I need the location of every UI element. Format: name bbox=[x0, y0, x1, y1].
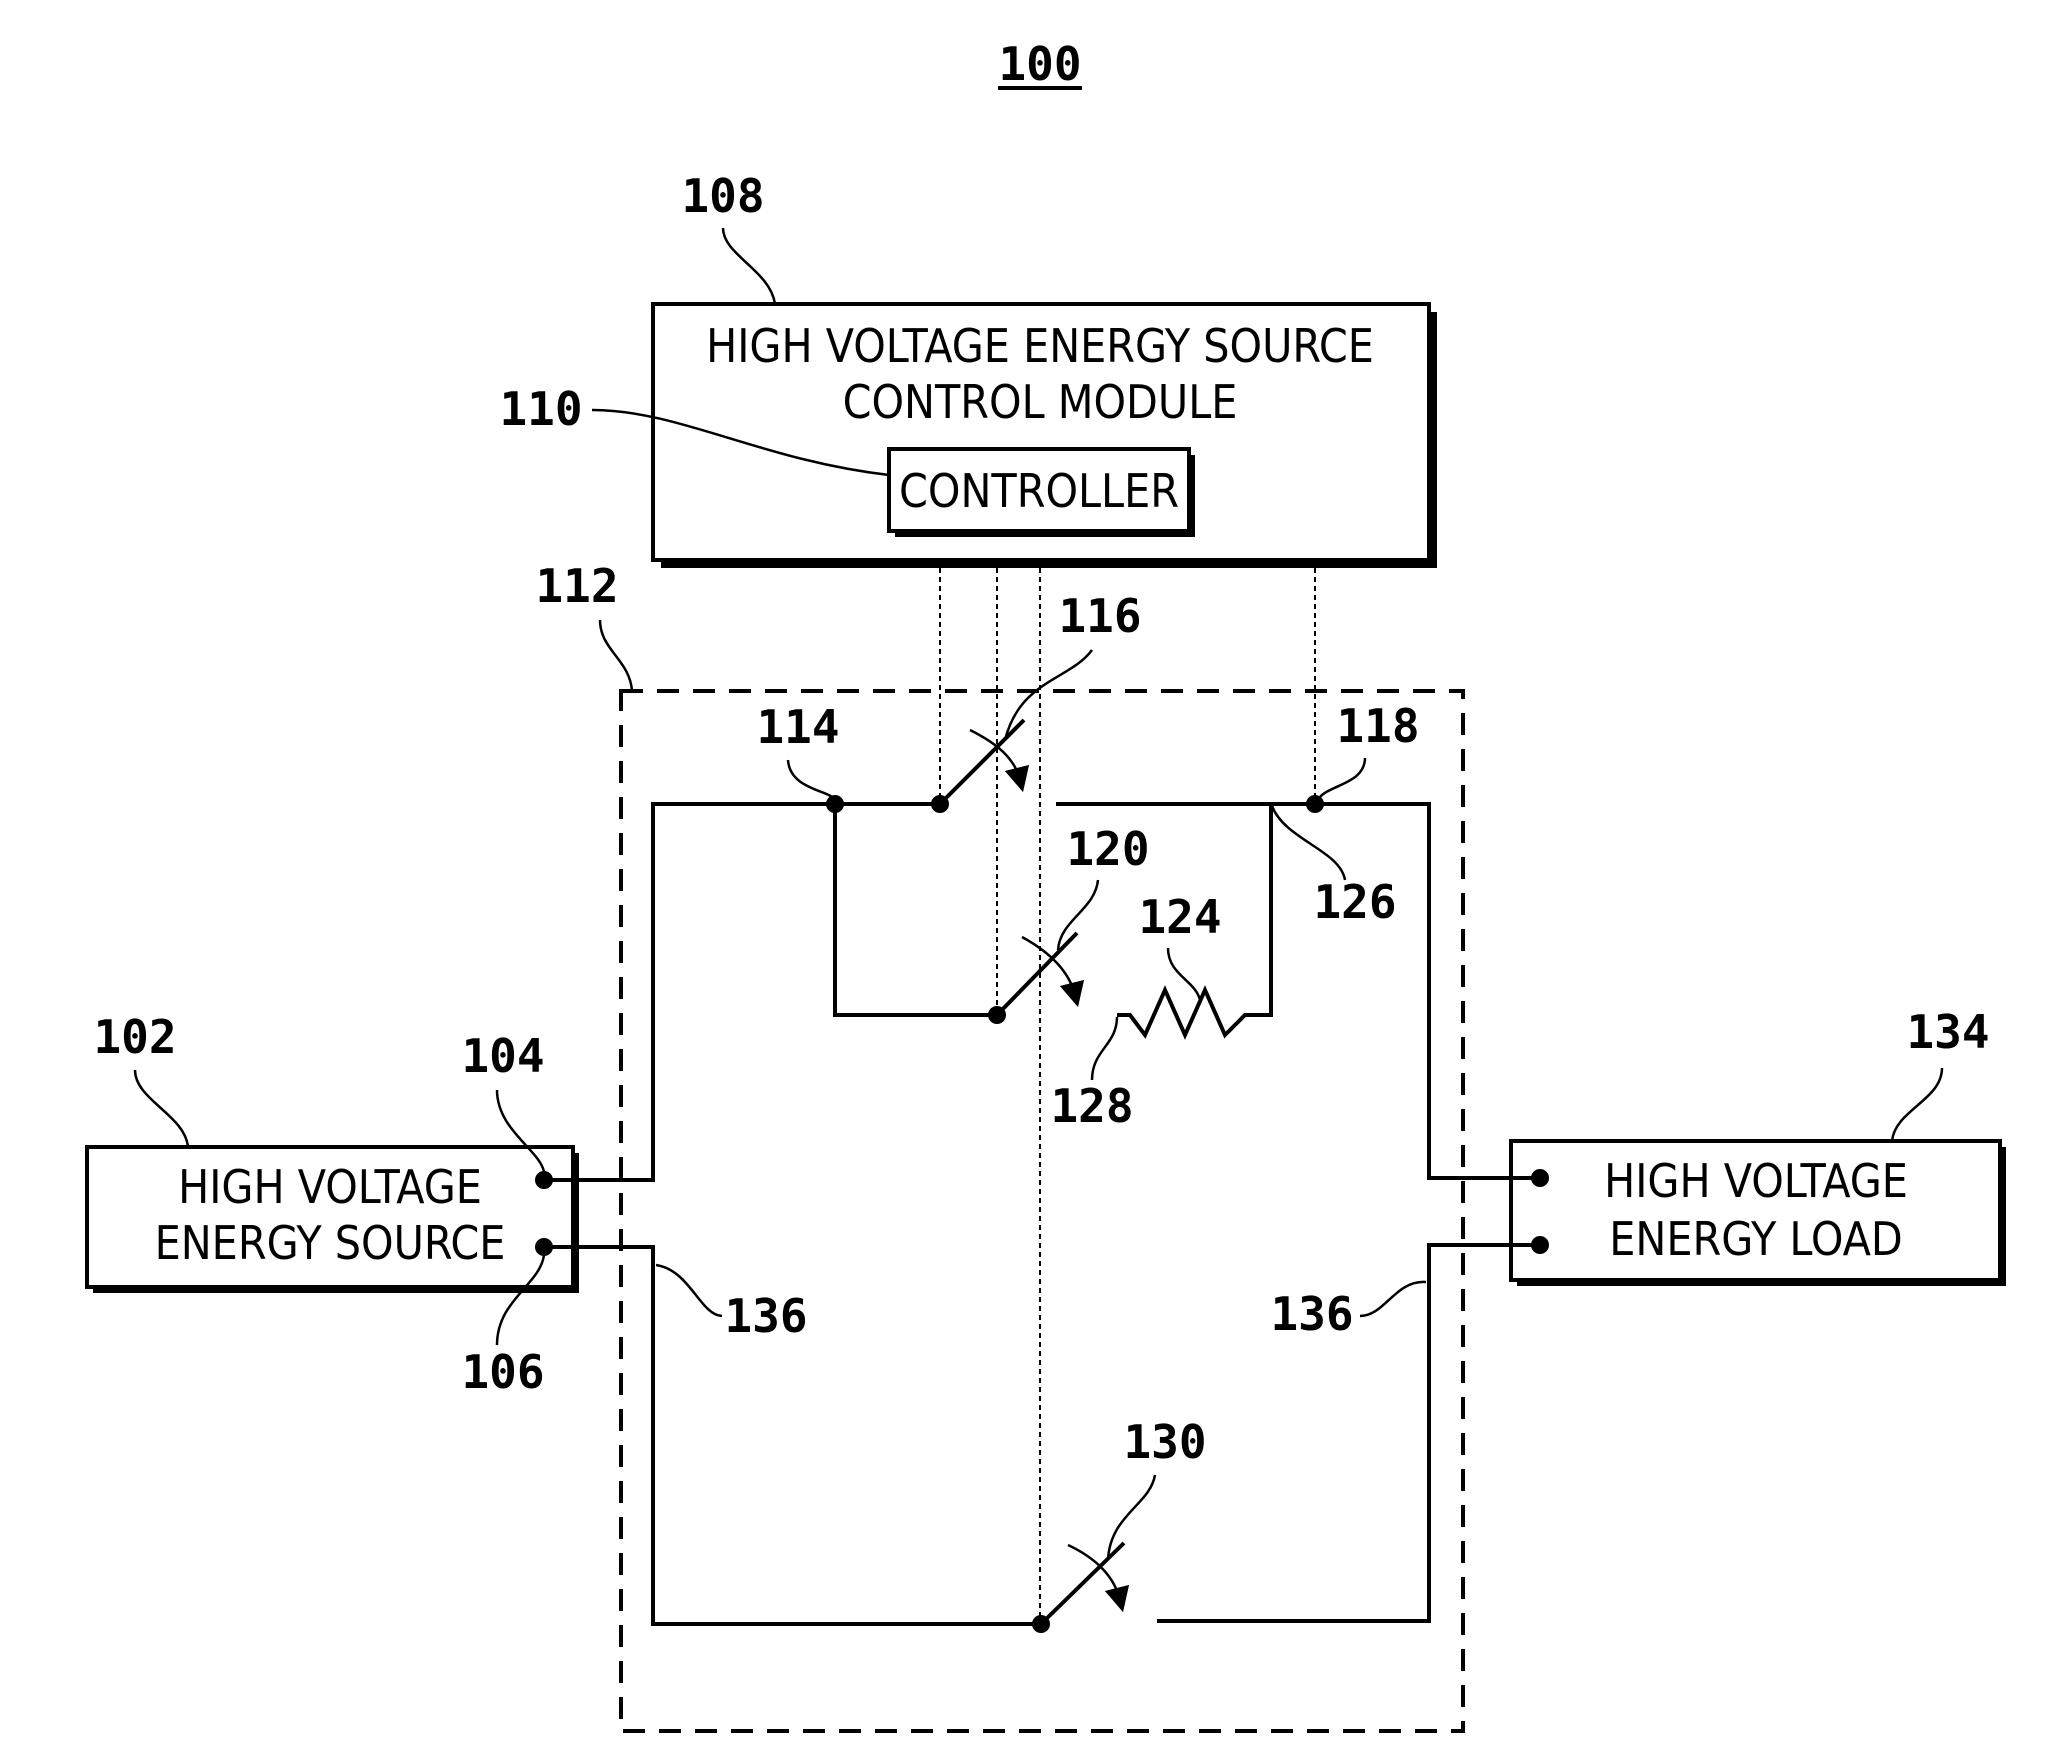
circuit-diagram: 100 HIGH VOLTAGE ENERGY SOURCE CONTROL M… bbox=[85, 37, 2006, 1733]
precharge-wire bbox=[833, 804, 997, 1017]
ref-128: 128 bbox=[1050, 1079, 1133, 1133]
high-voltage-energy-load: HIGH VOLTAGE ENERGY LOAD bbox=[1509, 1139, 2006, 1286]
ref-110: 110 bbox=[499, 382, 582, 436]
leader-118 bbox=[1316, 757, 1367, 801]
positive-wire-left bbox=[544, 802, 940, 1182]
load-line2: ENERGY LOAD bbox=[1609, 1212, 1903, 1266]
ref-102: 102 bbox=[93, 1010, 176, 1064]
source-line2: ENERGY SOURCE bbox=[155, 1216, 506, 1270]
control-module-title-line1: HIGH VOLTAGE ENERGY SOURCE bbox=[706, 319, 1374, 373]
ref-136-left: 136 bbox=[724, 1289, 807, 1343]
ref-106: 106 bbox=[461, 1345, 544, 1399]
ref-104: 104 bbox=[461, 1029, 544, 1083]
leader-130 bbox=[1106, 1474, 1157, 1561]
leader-102 bbox=[133, 1069, 190, 1148]
leader-112 bbox=[598, 619, 634, 692]
ref-112: 112 bbox=[535, 559, 618, 613]
leader-136-right bbox=[1359, 1280, 1427, 1318]
control-module-title-line2: CONTROL MODULE bbox=[843, 375, 1238, 429]
high-voltage-energy-source: HIGH VOLTAGE ENERGY SOURCE bbox=[85, 1145, 579, 1293]
controller-label: CONTROLLER bbox=[899, 464, 1179, 518]
leader-128 bbox=[1090, 1016, 1119, 1081]
leader-108 bbox=[721, 227, 777, 305]
control-module: HIGH VOLTAGE ENERGY SOURCE CONTROL MODUL… bbox=[651, 302, 1437, 568]
leader-126 bbox=[1270, 805, 1347, 881]
leader-124 bbox=[1166, 947, 1202, 1001]
source-line1: HIGH VOLTAGE bbox=[178, 1160, 482, 1214]
leader-114 bbox=[786, 759, 837, 801]
leader-136-left bbox=[655, 1263, 723, 1318]
ref-136-right: 136 bbox=[1270, 1287, 1353, 1341]
switch-116-arrow bbox=[969, 728, 1030, 793]
ref-108: 108 bbox=[681, 169, 764, 223]
node-118 bbox=[1306, 795, 1324, 813]
ref-130: 130 bbox=[1123, 1415, 1206, 1469]
ref-134: 134 bbox=[1906, 1005, 1989, 1059]
switching-unit-boundary bbox=[619, 689, 1465, 1733]
leader-120 bbox=[1056, 879, 1100, 951]
figure-number: 100 bbox=[998, 37, 1081, 91]
leader-134 bbox=[1890, 1067, 1944, 1142]
ref-116: 116 bbox=[1058, 589, 1141, 643]
ref-126: 126 bbox=[1313, 875, 1396, 929]
ref-118: 118 bbox=[1336, 699, 1419, 753]
ref-120: 120 bbox=[1066, 822, 1149, 876]
switch-130-blade bbox=[1039, 1541, 1126, 1626]
load-line1: HIGH VOLTAGE bbox=[1604, 1154, 1908, 1208]
ref-124: 124 bbox=[1138, 890, 1221, 944]
ref-114: 114 bbox=[756, 700, 839, 754]
